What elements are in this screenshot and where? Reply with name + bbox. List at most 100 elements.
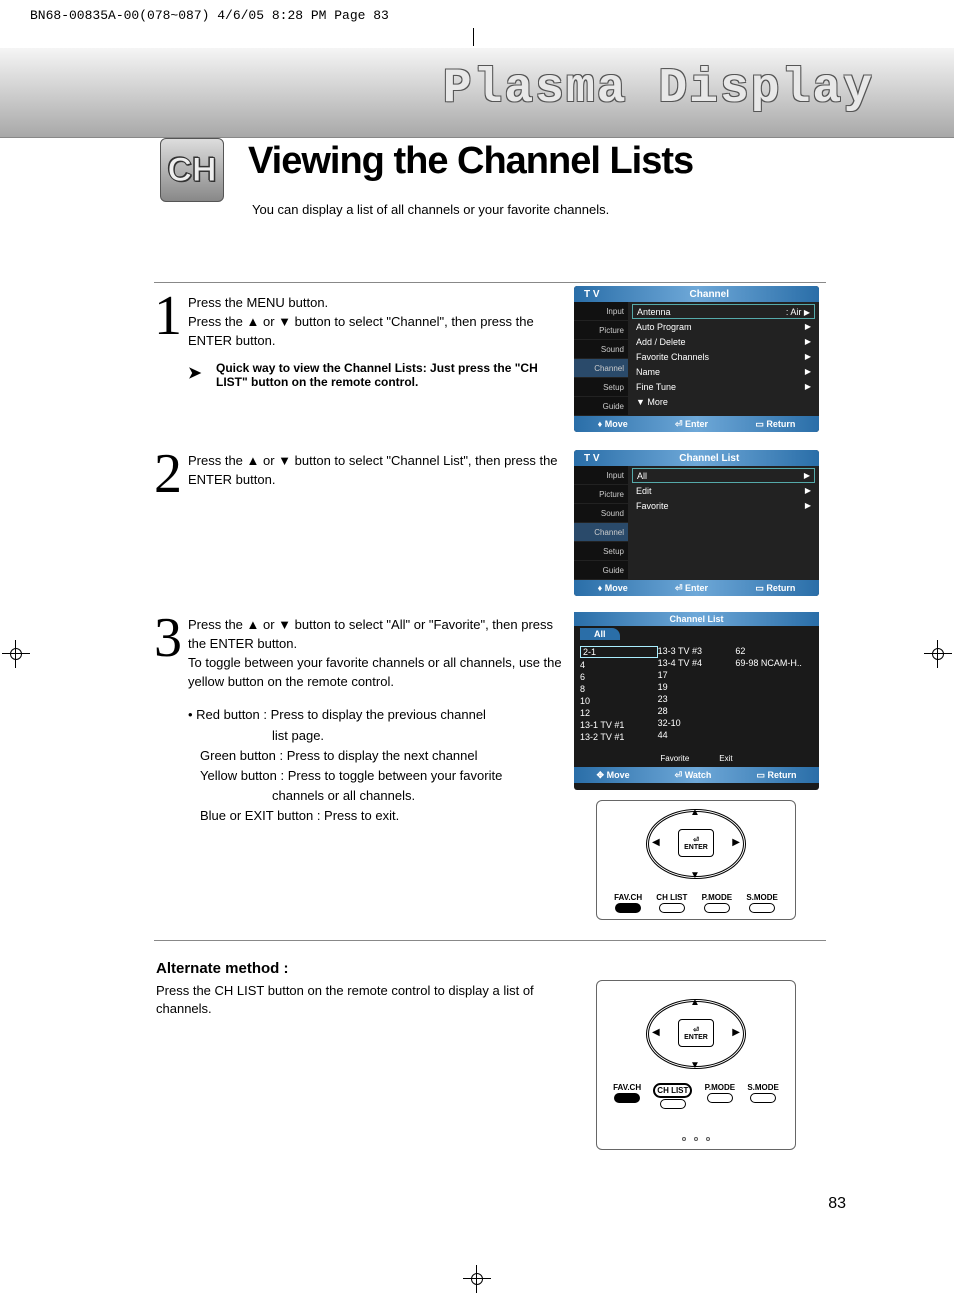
ch-item[interactable]: 2-1 — [580, 646, 658, 658]
smode-button[interactable] — [750, 1093, 776, 1103]
banner: Plasma Display — [0, 48, 954, 138]
enter-button[interactable]: ⏎ENTER — [678, 1019, 714, 1047]
tip-text: Quick way to view the Channel Lists: Jus… — [216, 361, 538, 389]
caret-right-icon: ▶ — [805, 382, 811, 391]
remote-diagram-1: ⏎ENTER ▲ ▼ ◀ ▶ FAV.CH CH LIST P.MODE S.M… — [596, 800, 796, 920]
remote-diagram-2: ⏎ENTER ▲ ▼ ◀ ▶ FAV.CH CH LIST P.MODE S.M… — [596, 980, 796, 1150]
row-favorite[interactable]: Favorite Channels▶ — [632, 349, 815, 364]
side-guide[interactable]: Guide — [574, 561, 628, 580]
up-arrow-icon[interactable]: ▲ — [690, 807, 700, 818]
osd-title: Channel List — [600, 453, 819, 464]
down-arrow-icon[interactable]: ▼ — [690, 1060, 700, 1071]
side-setup[interactable]: Setup — [574, 542, 628, 561]
ch-item[interactable]: 13-1 TV #1 — [580, 720, 658, 730]
caret-right-icon: ▶ — [805, 501, 811, 510]
pmode-button[interactable] — [707, 1093, 733, 1103]
ch-item[interactable]: 10 — [580, 696, 658, 706]
dot-row-icon — [682, 1137, 710, 1141]
ch-item[interactable]: 12 — [580, 708, 658, 718]
ch-item[interactable]: 32-10 — [658, 718, 736, 728]
ch-item[interactable]: 62 — [735, 646, 813, 656]
side-channel[interactable]: Channel — [574, 523, 628, 542]
ch-item[interactable]: 4 — [580, 660, 658, 670]
side-input[interactable]: Input — [574, 466, 628, 485]
step1-line2: Press the ▲ or ▼ button to select "Chann… — [188, 313, 564, 351]
chlist-footer: ✥ Move ⏎ Watch ▭ Return — [574, 767, 819, 783]
favch-label: FAV.CH — [614, 893, 642, 902]
tab-all[interactable]: All — [580, 628, 620, 640]
registration-mark-icon — [463, 1265, 491, 1293]
left-arrow-icon[interactable]: ◀ — [652, 1027, 660, 1038]
ch-item[interactable]: 44 — [658, 730, 736, 740]
ch-item[interactable]: 23 — [658, 694, 736, 704]
registration-mark-icon — [924, 640, 952, 668]
side-guide[interactable]: Guide — [574, 397, 628, 416]
down-arrow-icon[interactable]: ▼ — [690, 870, 700, 881]
side-channel[interactable]: Channel — [574, 359, 628, 378]
chlist-title: Channel List — [574, 612, 819, 626]
left-arrow-icon[interactable]: ◀ — [652, 837, 660, 848]
step3-p2: To toggle between your favorite channels… — [188, 654, 564, 692]
right-arrow-icon[interactable]: ▶ — [732, 1027, 740, 1038]
step3-p1: Press the ▲ or ▼ button to select "All" … — [188, 616, 564, 654]
row-adddelete[interactable]: Add / Delete▶ — [632, 334, 815, 349]
ch-item[interactable]: 13-2 TV #1 — [580, 732, 658, 742]
legend-exit: Exit — [719, 754, 732, 763]
row-finetune[interactable]: Fine Tune▶ — [632, 379, 815, 394]
side-picture[interactable]: Picture — [574, 321, 628, 340]
side-input[interactable]: Input — [574, 302, 628, 321]
footer-enter: ⏎ Enter — [675, 583, 708, 594]
dpad: ⏎ENTER ▲ ▼ ◀ ▶ — [646, 809, 746, 879]
row-autoprogram[interactable]: Auto Program▶ — [632, 319, 815, 334]
favch-button[interactable] — [615, 903, 641, 913]
chlist-label: CH LIST — [653, 1083, 692, 1098]
ch-item[interactable]: 8 — [580, 684, 658, 694]
bullet-green: Green button : Press to display the next… — [188, 746, 564, 766]
subtitle: You can display a list of all channels o… — [252, 202, 609, 217]
row-antenna[interactable]: Antenna: Air ▶ — [632, 304, 815, 319]
up-arrow-icon[interactable]: ▲ — [690, 997, 700, 1008]
ch-item[interactable]: 13-4 TV #4 — [658, 658, 736, 668]
favch-button[interactable] — [614, 1093, 640, 1103]
footer-return: ▭ Return — [756, 770, 796, 781]
tip-arrow-icon: ➤ — [188, 363, 201, 383]
side-picture[interactable]: Picture — [574, 485, 628, 504]
step-2: 2 Press the ▲ or ▼ button to select "Cha… — [154, 452, 564, 497]
pmode-button[interactable] — [704, 903, 730, 913]
osd-channel-menu: T V Channel Input Picture Sound Channel … — [574, 286, 819, 432]
row-favorite[interactable]: Favorite▶ — [632, 498, 815, 513]
side-sound[interactable]: Sound — [574, 504, 628, 523]
caret-right-icon: ▶ — [805, 322, 811, 331]
ch-item[interactable]: 13-3 TV #3 — [658, 646, 736, 656]
step2-body: Press the ▲ or ▼ button to select "Chann… — [188, 452, 564, 490]
remote-button-row: FAV.CH CH LIST P.MODE S.MODE — [607, 1083, 785, 1109]
chlist-button[interactable] — [659, 903, 685, 913]
divider — [154, 282, 826, 283]
ch-item[interactable]: 69-98 NCAM-H.. — [735, 658, 813, 668]
right-arrow-icon[interactable]: ▶ — [732, 837, 740, 848]
row-more[interactable]: ▼ More — [632, 394, 815, 409]
footer-move: ♦ Move — [598, 583, 628, 593]
footer-return: ▭ Return — [755, 583, 795, 594]
ch-item[interactable]: 17 — [658, 670, 736, 680]
bullet-blue: Blue or EXIT button : Press to exit. — [188, 806, 564, 826]
row-all[interactable]: All▶ — [632, 468, 815, 483]
print-header: BN68-00835A-00(078~087) 4/6/05 8:28 PM P… — [30, 8, 389, 23]
ch-item[interactable]: 6 — [580, 672, 658, 682]
side-sound[interactable]: Sound — [574, 340, 628, 359]
enter-button[interactable]: ⏎ENTER — [678, 829, 714, 857]
chlist-tab-row: All — [574, 626, 819, 642]
smode-button[interactable] — [749, 903, 775, 913]
step-number: 3 — [154, 616, 186, 661]
osd-main: All▶ Edit▶ Favorite▶ — [628, 466, 819, 580]
bullet-yellow-cont: channels or all channels. — [188, 786, 564, 806]
ch-item[interactable]: 19 — [658, 682, 736, 692]
row-name[interactable]: Name▶ — [632, 364, 815, 379]
chlist-button[interactable] — [660, 1099, 686, 1109]
registration-mark-icon — [2, 640, 30, 668]
ch-item[interactable]: 28 — [658, 706, 736, 716]
alt-method-title: Alternate method : — [156, 960, 289, 977]
row-edit[interactable]: Edit▶ — [632, 483, 815, 498]
caret-right-icon: ▶ — [805, 486, 811, 495]
side-setup[interactable]: Setup — [574, 378, 628, 397]
